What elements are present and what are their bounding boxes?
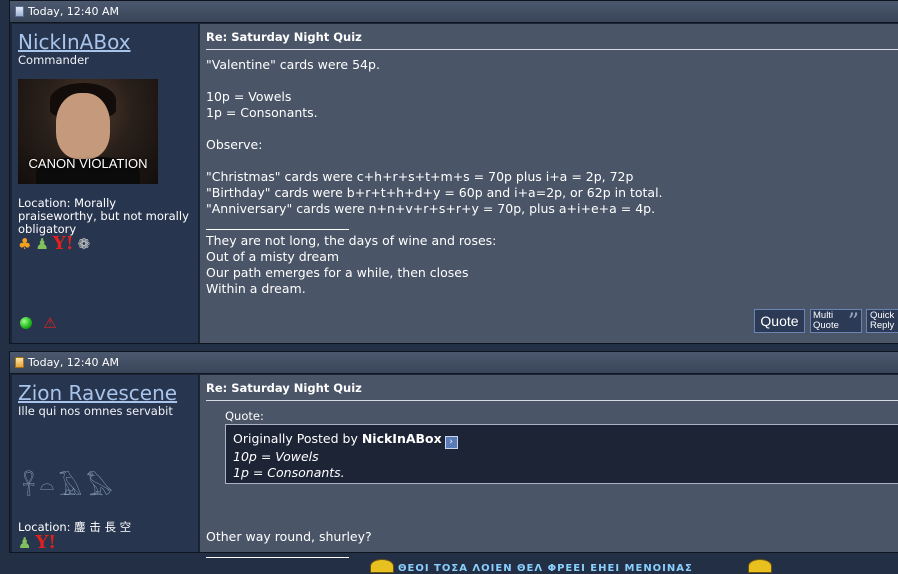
msn-icon[interactable]: ♟ [18,535,31,551]
post: Today, 12:40 AM NickInABox Commander CAN… [9,0,898,344]
quote-line: 1p = Consonants. [233,465,345,480]
quote-marks-icon: ” [847,310,859,335]
online-status-icon [20,317,32,329]
quote-label: Quote: [225,409,264,423]
quick-reply-label-2: Reply [870,320,895,331]
username-link[interactable]: Zion Ravescene [18,381,177,405]
user-info-panel: NickInABox Commander CANON VIOLATION Loc… [12,24,198,343]
quick-reply-button[interactable]: Quick Reply [866,309,898,333]
username-link[interactable]: NickInABox [18,30,131,54]
title-divider [206,49,898,50]
post-title: Re: Saturday Night Quiz [206,381,362,395]
post: Today, 12:40 AM Zion Ravescene Ille qui … [9,351,898,574]
post-icon [15,357,24,368]
aim-icon[interactable]: ♣ [18,236,31,252]
signature-divider [206,229,349,230]
quote-author: NickInABox [361,431,442,446]
yahoo-icon[interactable]: Y! [53,235,74,253]
user-title: Ille qui nos omnes servabit [18,404,173,418]
report-post-icon[interactable]: ⚠ [41,314,59,332]
post-icon [15,6,24,17]
message-panel: Re: Saturday Night Quiz "Valentine" card… [200,24,898,343]
avatar-caption: CANON VIOLATION [28,156,148,171]
quote-line: 10p = Vowels [233,449,319,464]
signature: ΘΕΟΙ ΤΟΣΑ ΛΟΙΕΝ ΘΕΛ ΦΡΕΕΙ ΕΗΕΙ ΜΕΝΟΙΝΑΣ [398,563,693,574]
post-body: Other way round, shurley? [206,529,372,544]
quote-button[interactable]: Quote [754,309,805,333]
post-title: Re: Saturday Night Quiz [206,30,362,44]
user-info-panel: Zion Ravescene Ille qui nos omnes servab… [12,375,198,552]
post-timestamp: Today, 12:40 AM [28,5,120,18]
multi-quote-button[interactable]: Multi Quote ” [810,309,862,335]
quote-attribution: Originally Posted by NickInABox › [233,431,898,449]
quote-box: Originally Posted by NickInABox › 10p = V… [225,424,898,484]
signature-divider [206,557,349,558]
user-location: Location: Morally praiseworthy, but not … [18,196,189,236]
im-icons: ♣ ♟ Y! ❁ [18,235,91,253]
user-title: Commander [18,53,89,67]
post-header: Today, 12:40 AM [10,352,898,374]
view-post-icon[interactable]: › [444,436,458,449]
signature-image: 𓋹𓏏𓄿𓅃 [22,473,117,501]
sig-emblem-icon [748,559,772,573]
signature: They are not long, the days of wine and … [206,233,497,296]
yahoo-icon[interactable]: Y! [35,534,56,552]
quote-by-prefix: Originally Posted by [233,431,362,446]
message-panel: Re: Saturday Night Quiz Quote: Originall… [200,375,898,574]
post-header: Today, 12:40 AM [10,1,898,23]
post-timestamp: Today, 12:40 AM [28,356,120,369]
post-body: "Valentine" cards were 54p. 10p = Vowels… [206,57,663,216]
title-divider [206,400,898,401]
quote-button-label: Quote [760,313,799,329]
msn-icon[interactable]: ♟ [35,236,48,252]
avatar: CANON VIOLATION [18,79,158,184]
skype-icon[interactable]: ❁ [78,236,91,252]
sig-emblem-icon [370,559,394,573]
im-icons: ♟ Y! [18,534,56,552]
